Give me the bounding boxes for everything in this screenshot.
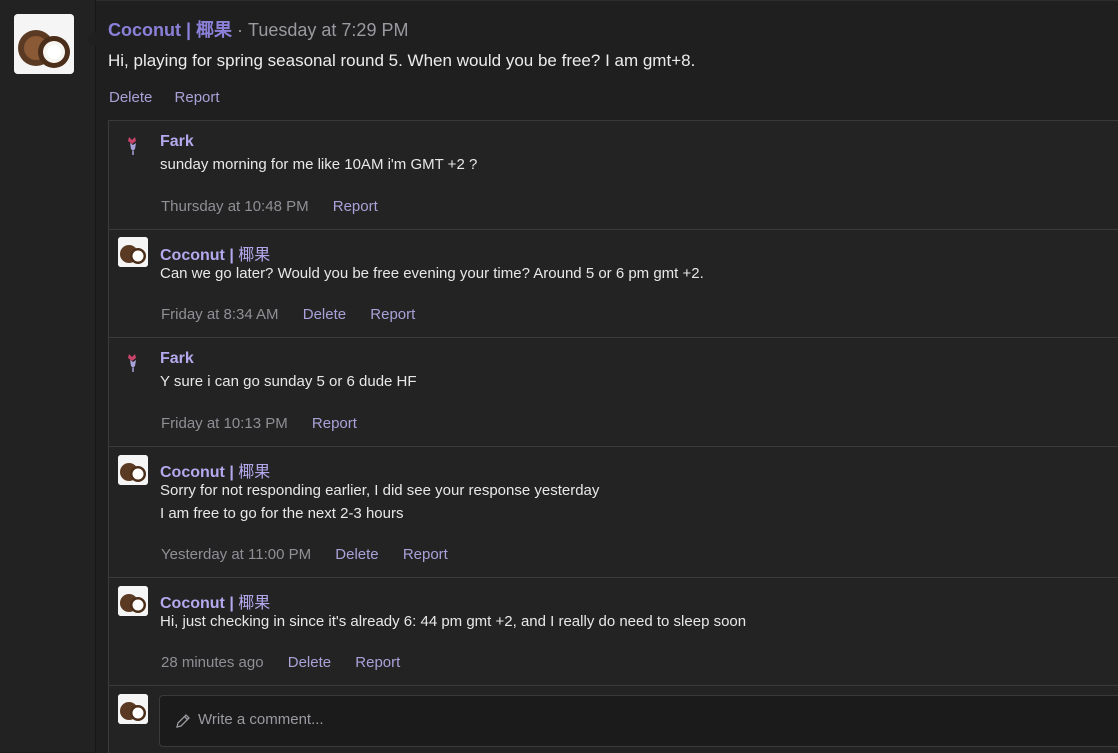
comment-line: Sorry for not responding earlier, I did … xyxy=(160,482,600,499)
post-header: Coconut | 椰果 · Tuesday at 7:29 PM xyxy=(108,16,408,42)
comment-item: Coconut | 椰果 Hi, just checking in since … xyxy=(109,578,1118,686)
comment-composer-row xyxy=(109,686,1118,753)
comment-actions: 28 minutes ago Delete Report xyxy=(161,654,420,671)
post-author[interactable]: Coconut | 椰果 xyxy=(108,20,232,40)
left-gutter xyxy=(0,0,96,752)
post-time[interactable]: Tuesday at 7:29 PM xyxy=(248,20,408,40)
comment-time[interactable]: Yesterday at 11:00 PM xyxy=(161,546,311,563)
comment-item: Fark Y sure i can go sunday 5 or 6 dude … xyxy=(109,338,1118,447)
comment-list: Fark sunday morning for me like 10AM i'm… xyxy=(108,120,1118,753)
comment-text: sunday morning for me like 10AM i'm GMT … xyxy=(160,153,477,176)
comment-text: Can we go later? Would you be free eveni… xyxy=(160,262,704,285)
comment-time[interactable]: 28 minutes ago xyxy=(161,654,264,671)
report-button[interactable]: Report xyxy=(403,546,448,563)
delete-button[interactable]: Delete xyxy=(303,306,346,323)
separator: · xyxy=(232,20,249,40)
report-button[interactable]: Report xyxy=(333,198,378,215)
comment-author[interactable]: Fark xyxy=(160,350,194,368)
report-button[interactable]: Report xyxy=(175,89,220,106)
coconut-avatar-icon xyxy=(118,694,148,724)
comment-line: Hi, just checking in since it's already … xyxy=(160,613,747,630)
comment-text: Sorry for not responding earlier, I did … xyxy=(160,479,599,525)
comment-line: Y sure i can go sunday 5 or 6 dude HF xyxy=(160,373,417,390)
speech-notch xyxy=(86,31,96,47)
comment-line: sunday morning for me like 10AM i'm GMT … xyxy=(160,156,478,173)
coconut-avatar-icon[interactable] xyxy=(118,237,148,267)
report-button[interactable]: Report xyxy=(312,415,357,432)
post-actions: Delete Report xyxy=(109,89,238,106)
pencil-icon xyxy=(174,712,192,730)
comment-actions: Friday at 10:13 PM Report xyxy=(161,415,377,432)
post-body: Hi, playing for spring seasonal round 5.… xyxy=(108,51,696,70)
comment-author[interactable]: Fark xyxy=(160,133,194,151)
comment-item: Fark sunday morning for me like 10AM i'm… xyxy=(109,121,1118,230)
comment-time[interactable]: Friday at 10:13 PM xyxy=(161,415,288,432)
comment-line: I am free to go for the next 2-3 hours xyxy=(160,505,404,522)
comment-line: Can we go later? Would you be free eveni… xyxy=(160,265,704,282)
comment-text: Y sure i can go sunday 5 or 6 dude HF xyxy=(160,370,417,393)
coconut-avatar-icon[interactable] xyxy=(118,586,148,616)
comment-item: Coconut | 椰果 Sorry for not responding ea… xyxy=(109,447,1118,578)
coconut-avatar-icon[interactable] xyxy=(118,455,148,485)
delete-button[interactable]: Delete xyxy=(335,546,378,563)
coconut-avatar-icon[interactable] xyxy=(14,14,74,74)
delete-button[interactable]: Delete xyxy=(288,654,331,671)
report-button[interactable]: Report xyxy=(355,654,400,671)
rooster-icon[interactable] xyxy=(121,133,145,157)
comment-time[interactable]: Friday at 8:34 AM xyxy=(161,306,279,323)
comment-composer[interactable] xyxy=(159,695,1118,747)
comment-item: Coconut | 椰果 Can we go later? Would you … xyxy=(109,230,1118,338)
delete-button[interactable]: Delete xyxy=(109,89,152,106)
comment-actions: Friday at 8:34 AM Delete Report xyxy=(161,306,435,323)
comment-actions: Yesterday at 11:00 PM Delete Report xyxy=(161,546,468,563)
comment-text: Hi, just checking in since it's already … xyxy=(160,610,746,633)
comment-input[interactable] xyxy=(198,711,998,728)
rooster-icon[interactable] xyxy=(121,350,145,374)
comment-time[interactable]: Thursday at 10:48 PM xyxy=(161,198,309,215)
comment-actions: Thursday at 10:48 PM Report xyxy=(161,198,398,215)
report-button[interactable]: Report xyxy=(370,306,415,323)
